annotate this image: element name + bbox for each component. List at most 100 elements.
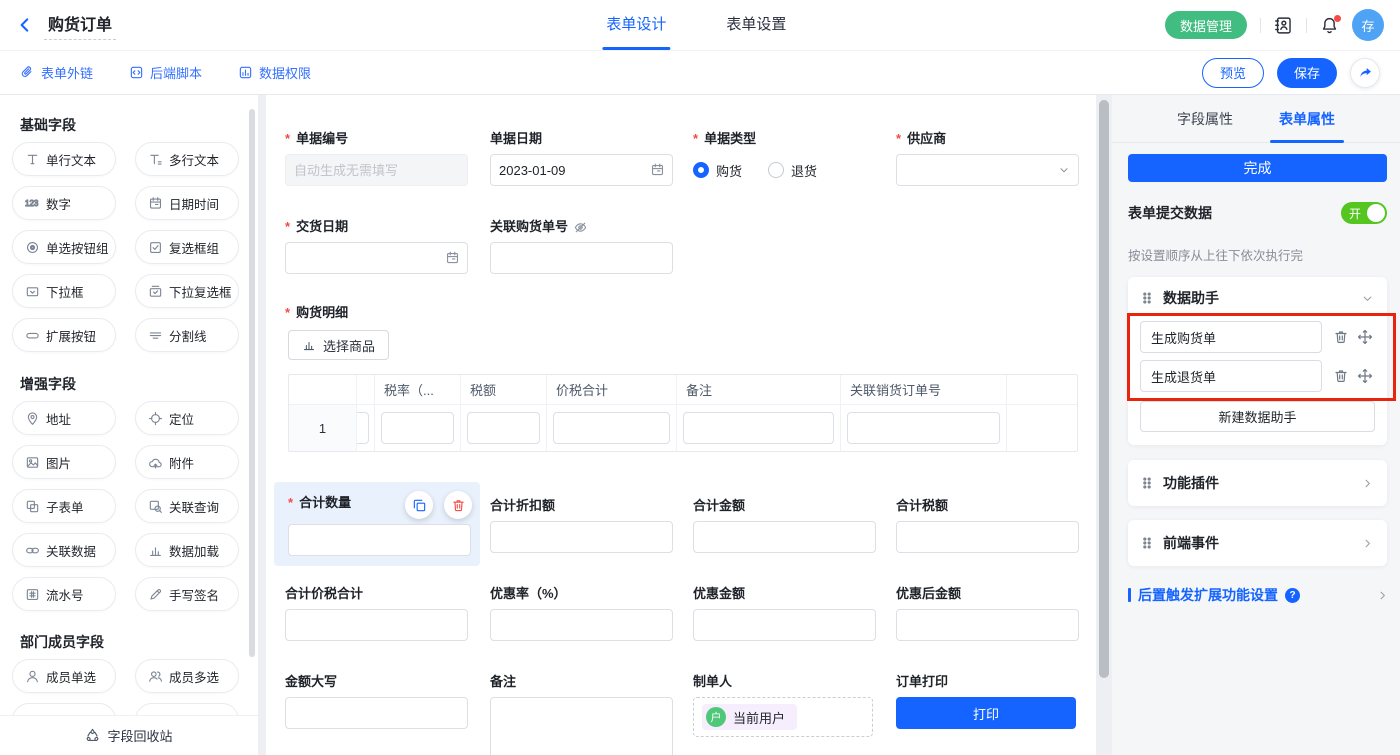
field-pill-single-line-text[interactable]: 单行文本: [12, 142, 116, 176]
assistant-item-generate-return[interactable]: 生成退货单: [1140, 360, 1322, 392]
doc-no-input[interactable]: [285, 154, 468, 186]
data-permission-link[interactable]: 数据权限: [238, 63, 311, 82]
field-recycle-bin[interactable]: 字段回收站: [0, 715, 258, 755]
new-data-assistant-button[interactable]: 新建数据助手: [1140, 401, 1375, 432]
total-discount-input[interactable]: [490, 521, 673, 553]
field-order-print[interactable]: 订单打印 打印: [896, 674, 1079, 729]
field-pill-image[interactable]: 图片: [12, 445, 116, 479]
share-button[interactable]: [1350, 58, 1380, 88]
total-with-tax-sum-input[interactable]: [285, 609, 468, 641]
field-delivery-date[interactable]: 交货日期: [285, 219, 468, 274]
field-total-with-tax-sum[interactable]: 合计价税合计: [285, 586, 468, 641]
field-discount-rate[interactable]: 优惠率（%）: [490, 586, 673, 641]
data-manage-button[interactable]: 数据管理: [1165, 11, 1247, 39]
creator-field[interactable]: 户 当前用户: [693, 697, 873, 737]
field-pill-extend-button[interactable]: 扩展按钮: [12, 318, 116, 352]
tab-form-settings[interactable]: 表单设置: [726, 0, 786, 50]
related-sales-no-input[interactable]: [847, 412, 1000, 444]
total-with-tax-input[interactable]: [553, 412, 670, 444]
total-tax-input[interactable]: [896, 521, 1079, 553]
discount-rate-input[interactable]: [490, 609, 673, 641]
field-remark[interactable]: 备注: [490, 674, 673, 755]
total-qty-input[interactable]: [288, 524, 471, 556]
tab-form-design[interactable]: 表单设计: [606, 0, 666, 50]
field-pill-radio-group[interactable]: 单选按钮组: [12, 230, 116, 264]
post-trigger-settings[interactable]: 后置触发扩展功能设置 ?: [1128, 585, 1390, 605]
back-icon[interactable]: [16, 16, 34, 34]
field-creator[interactable]: 制单人 户 当前用户: [693, 674, 876, 737]
field-pill-number[interactable]: 数字: [12, 186, 116, 220]
field-supplier[interactable]: 供应商: [896, 131, 1079, 186]
sidebar-scrollbar[interactable]: [249, 109, 255, 657]
field-pill-location[interactable]: 定位: [135, 401, 239, 435]
remark-input[interactable]: [683, 412, 834, 444]
amount-words-input[interactable]: [285, 697, 468, 729]
chevron-down-icon[interactable]: [1360, 291, 1375, 306]
help-icon[interactable]: ?: [1285, 588, 1300, 603]
delete-field-button[interactable]: [444, 491, 472, 519]
print-button[interactable]: 打印: [896, 697, 1076, 729]
field-pill-divider[interactable]: 分割线: [135, 318, 239, 352]
clipped-input[interactable]: [357, 412, 369, 444]
contact-book-icon[interactable]: [1274, 16, 1293, 35]
after-discount-input[interactable]: [896, 609, 1079, 641]
notification-bell[interactable]: [1320, 16, 1339, 35]
chevron-right-icon[interactable]: [1360, 536, 1375, 551]
frontend-event-card[interactable]: 前端事件: [1128, 520, 1387, 566]
tab-field-properties[interactable]: 字段属性: [1177, 95, 1233, 143]
backend-script-link[interactable]: 后端脚本: [129, 63, 202, 82]
field-total-amount[interactable]: 合计金额: [693, 498, 876, 553]
preview-button[interactable]: 预览: [1202, 58, 1264, 88]
field-pill-subform[interactable]: 子表单: [12, 489, 116, 523]
discount-amount-input[interactable]: [693, 609, 876, 641]
field-pill-checkbox-group[interactable]: 复选框组: [135, 230, 239, 264]
field-pill-signature[interactable]: 手写签名: [135, 577, 239, 611]
field-pill-address[interactable]: 地址: [12, 401, 116, 435]
drag-handle-icon[interactable]: [1140, 291, 1154, 305]
field-pill-attachment[interactable]: 附件: [135, 445, 239, 479]
field-pill-serial-number[interactable]: 流水号: [12, 577, 116, 611]
selected-field-total-qty[interactable]: 合计数量: [274, 482, 480, 566]
field-amount-words[interactable]: 金额大写: [285, 674, 468, 729]
page-title[interactable]: 购货订单: [44, 11, 116, 40]
radio-option-return[interactable]: 退货: [768, 161, 817, 180]
tab-form-properties[interactable]: 表单属性: [1279, 95, 1335, 143]
field-total-discount[interactable]: 合计折扣额: [490, 498, 673, 553]
field-pill-member-multi[interactable]: 成员多选: [135, 659, 239, 693]
supplier-select[interactable]: [896, 154, 1079, 186]
canvas-scrollbar[interactable]: [1099, 100, 1109, 678]
field-pill-member-single[interactable]: 成员单选: [12, 659, 116, 693]
assistant-item-generate-purchase[interactable]: 生成购货单: [1140, 321, 1322, 353]
field-pill-datetime[interactable]: 日期时间: [135, 186, 239, 220]
field-pill-multi-line-text[interactable]: 多行文本: [135, 142, 239, 176]
doc-date-input[interactable]: [490, 154, 673, 186]
field-pill-multi-select[interactable]: 下拉复选框: [135, 274, 239, 308]
trash-icon[interactable]: [1333, 329, 1349, 345]
field-doc-date[interactable]: 单据日期: [490, 131, 673, 186]
related-no-input[interactable]: [490, 242, 673, 274]
plugin-card[interactable]: 功能插件: [1128, 460, 1387, 506]
field-pill-select[interactable]: 下拉框: [12, 274, 116, 308]
total-amount-input[interactable]: [693, 521, 876, 553]
select-product-button[interactable]: 选择商品: [288, 330, 389, 360]
field-total-tax[interactable]: 合计税额: [896, 498, 1079, 553]
done-button[interactable]: 完成: [1128, 154, 1387, 182]
field-pill-data-load[interactable]: 数据加载: [135, 533, 239, 567]
form-external-link[interactable]: 表单外链: [20, 63, 93, 82]
submit-data-toggle[interactable]: 开: [1341, 202, 1387, 224]
field-pill-related-data[interactable]: 关联数据: [12, 533, 116, 567]
tax-rate-input[interactable]: [381, 412, 454, 444]
avatar[interactable]: 存: [1352, 9, 1384, 41]
remark-textarea[interactable]: [490, 697, 673, 755]
trash-icon[interactable]: [1333, 368, 1349, 384]
move-icon[interactable]: [1357, 368, 1373, 384]
move-icon[interactable]: [1357, 329, 1373, 345]
tax-amount-input[interactable]: [467, 412, 540, 444]
field-pill-related-query[interactable]: 关联查询: [135, 489, 239, 523]
field-doc-no[interactable]: 单据编号: [285, 131, 468, 186]
copy-field-button[interactable]: [405, 491, 433, 519]
field-related-no[interactable]: 关联购货单号: [490, 219, 673, 274]
field-discount-amount[interactable]: 优惠金额: [693, 586, 876, 641]
delivery-date-input[interactable]: [285, 242, 468, 274]
save-button[interactable]: 保存: [1277, 58, 1337, 88]
